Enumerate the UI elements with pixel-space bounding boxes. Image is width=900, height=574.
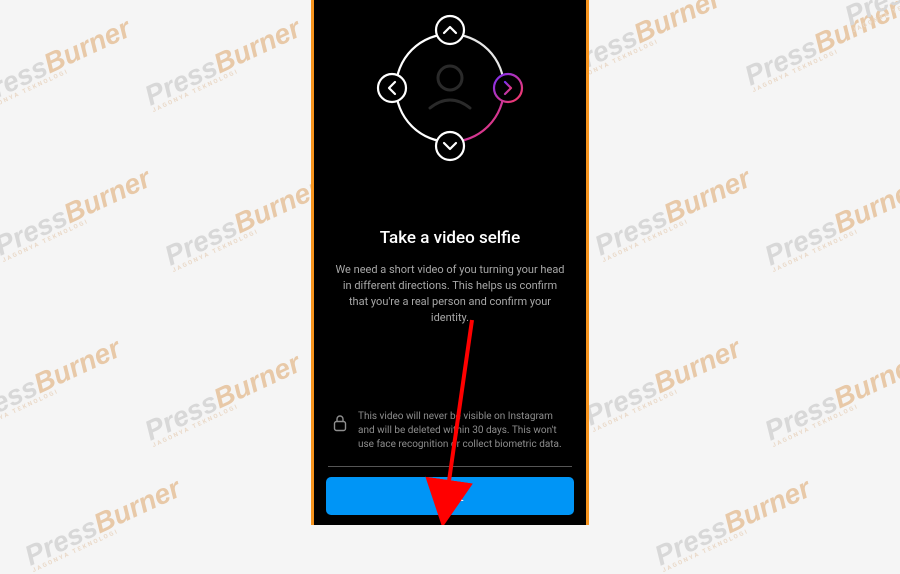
description-text: We need a short video of you turning you… [314,262,586,326]
page-title: Take a video selfie [380,228,520,248]
divider [328,466,572,467]
phone-screen: Take a video selfie We need a short vide… [311,0,589,525]
next-button[interactable]: Next [326,477,574,515]
video-selfie-direction-icon [370,8,530,168]
privacy-note: This video will never be visible on Inst… [358,410,568,452]
bottom-area: This video will never be visible on Inst… [314,410,586,525]
lock-icon [332,414,348,436]
